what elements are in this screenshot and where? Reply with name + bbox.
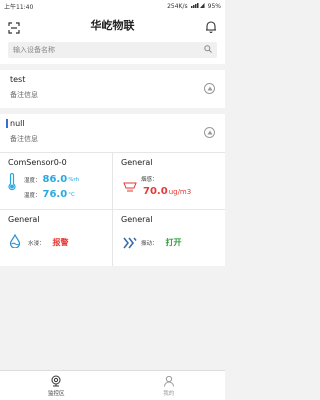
group-header[interactable]: null 备注信息: [0, 114, 225, 152]
card-title: General: [121, 215, 153, 224]
search-icon[interactable]: [204, 45, 212, 55]
group-name: null: [10, 119, 25, 128]
water-drop-icon: [9, 233, 21, 252]
tab-mine[interactable]: 我的: [113, 371, 226, 400]
device-card-vibration[interactable]: General 振动： 打开: [113, 210, 225, 266]
collapse-icon[interactable]: [204, 127, 215, 138]
search-bar: 输入设备名称: [0, 38, 225, 64]
tab-label: 监控区: [47, 390, 65, 397]
smoke-detector-icon: [123, 178, 137, 197]
water-status: 报警: [52, 238, 69, 247]
humidity-row: 湿度： 86.0 %rh: [24, 174, 79, 185]
temp-label: 温度：: [24, 192, 41, 199]
group-note: 备注信息: [10, 91, 38, 99]
temp-unit: °C: [68, 191, 75, 198]
water-label: 水浸：: [28, 240, 45, 247]
camera-icon: [50, 375, 62, 389]
card-title: General: [8, 215, 40, 224]
group-test: test 备注信息: [0, 70, 225, 108]
group-accent-bar: [6, 119, 8, 128]
app-header: 华屹物联: [0, 12, 225, 38]
card-title: General: [121, 158, 153, 167]
device-grid: ComSensor0-0 湿度： 86.0 %rh 温度： 76.0 °C Ge…: [0, 152, 225, 266]
tab-monitor[interactable]: 监控区: [0, 371, 113, 400]
vibration-status: 打开: [165, 238, 182, 247]
temp-value: 76.0: [42, 189, 68, 200]
humidity-unit: %rh: [68, 176, 80, 183]
device-card-water[interactable]: General 水浸： 报警: [0, 210, 112, 266]
scan-icon[interactable]: [8, 19, 20, 34]
status-time: 上午11:40: [4, 3, 34, 11]
temp-row: 温度： 76.0 °C: [24, 189, 79, 200]
smoke-value-row: 70.0 ug/m3: [141, 186, 191, 197]
group-header[interactable]: test 备注信息: [0, 70, 225, 108]
status-bar: 上午11:40 254K/s 95%: [0, 0, 225, 12]
water-row: 水浸： 报警: [28, 237, 69, 248]
page-title: 华屹物联: [90, 19, 135, 32]
smoke-unit: ug/m3: [168, 187, 192, 196]
humidity-value: 86.0: [42, 174, 68, 185]
device-card-smoke[interactable]: General 烟感： 70.0 ug/m3: [113, 153, 225, 209]
status-battery: 95%: [207, 2, 221, 10]
bell-icon[interactable]: [205, 18, 217, 34]
group-null: null 备注信息 ComSensor0-0 湿度： 86.0 %rh 温度： …: [0, 114, 225, 266]
smoke-label-row: 烟感：: [141, 175, 158, 183]
smoke-value: 70.0: [143, 186, 168, 197]
search-input[interactable]: 输入设备名称: [8, 42, 217, 58]
person-icon: [163, 375, 175, 389]
search-placeholder: 输入设备名称: [13, 46, 55, 54]
group-name: test: [10, 75, 26, 84]
smoke-label: 烟感：: [141, 177, 158, 183]
expand-icon[interactable]: [204, 83, 215, 94]
humidity-label: 湿度：: [24, 177, 41, 184]
bottom-tab-bar: 监控区 我的: [0, 370, 225, 400]
status-speed: 254K/s: [167, 2, 188, 10]
vibration-row: 振动： 打开: [141, 237, 182, 248]
vibration-icon: [123, 234, 137, 253]
device-card-sensor[interactable]: ComSensor0-0 湿度： 86.0 %rh 温度： 76.0 °C: [0, 153, 112, 209]
thermometer-icon: [8, 172, 16, 195]
tab-label: 我的: [163, 390, 175, 397]
card-title: ComSensor0-0: [8, 158, 67, 167]
group-note: 备注信息: [10, 135, 38, 143]
vibration-label: 振动：: [141, 240, 158, 247]
signal-icon: [190, 2, 205, 10]
